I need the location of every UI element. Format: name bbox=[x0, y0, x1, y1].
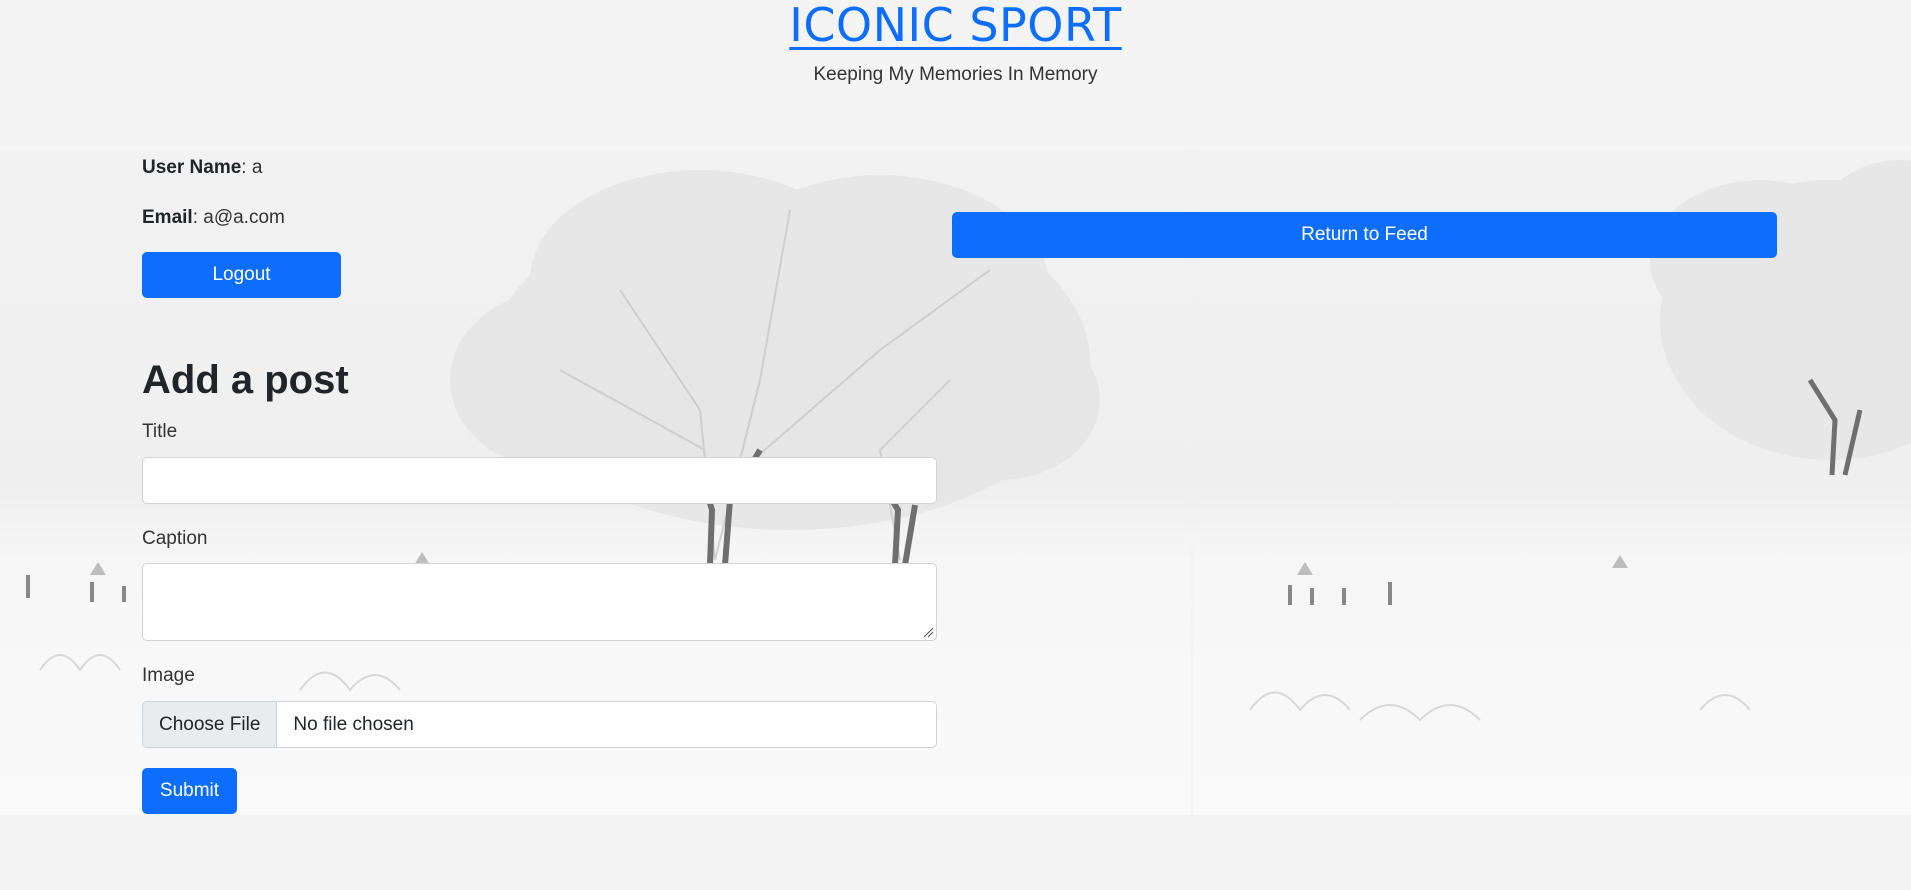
site-tagline: Keeping My Memories In Memory bbox=[813, 64, 1098, 85]
submit-button[interactable]: Submit bbox=[142, 768, 237, 814]
caption-label: Caption bbox=[142, 528, 208, 549]
user-profile: User Name: a Email: a@a.com bbox=[142, 156, 285, 230]
page: ICONIC SPORT Keeping My Memories In Memo… bbox=[0, 0, 1911, 890]
image-label: Image bbox=[142, 665, 195, 686]
choose-file-button[interactable]: Choose File bbox=[143, 702, 278, 747]
add-post-heading: Add a post bbox=[142, 358, 349, 402]
image-file-input[interactable]: Choose File No file chosen bbox=[142, 701, 937, 748]
site-header: ICONIC SPORT Keeping My Memories In Memo… bbox=[0, 0, 1911, 86]
file-status-text: No file chosen bbox=[293, 713, 414, 735]
caption-textarea[interactable] bbox=[142, 563, 937, 641]
site-title-link[interactable]: ICONIC SPORT bbox=[789, 0, 1121, 50]
username-row: User Name: a bbox=[142, 156, 285, 180]
title-input[interactable] bbox=[142, 457, 937, 504]
username-value: : a bbox=[241, 157, 263, 178]
title-label: Title bbox=[142, 421, 178, 442]
return-to-feed-button[interactable]: Return to Feed bbox=[952, 212, 1777, 258]
email-row: Email: a@a.com bbox=[142, 206, 285, 230]
email-value: : a@a.com bbox=[192, 207, 285, 228]
footer-area bbox=[0, 815, 1911, 890]
logout-button[interactable]: Logout bbox=[142, 252, 341, 298]
resize-handle-icon[interactable] bbox=[922, 626, 934, 638]
username-label: User Name bbox=[142, 157, 242, 178]
email-label: Email bbox=[142, 207, 193, 228]
